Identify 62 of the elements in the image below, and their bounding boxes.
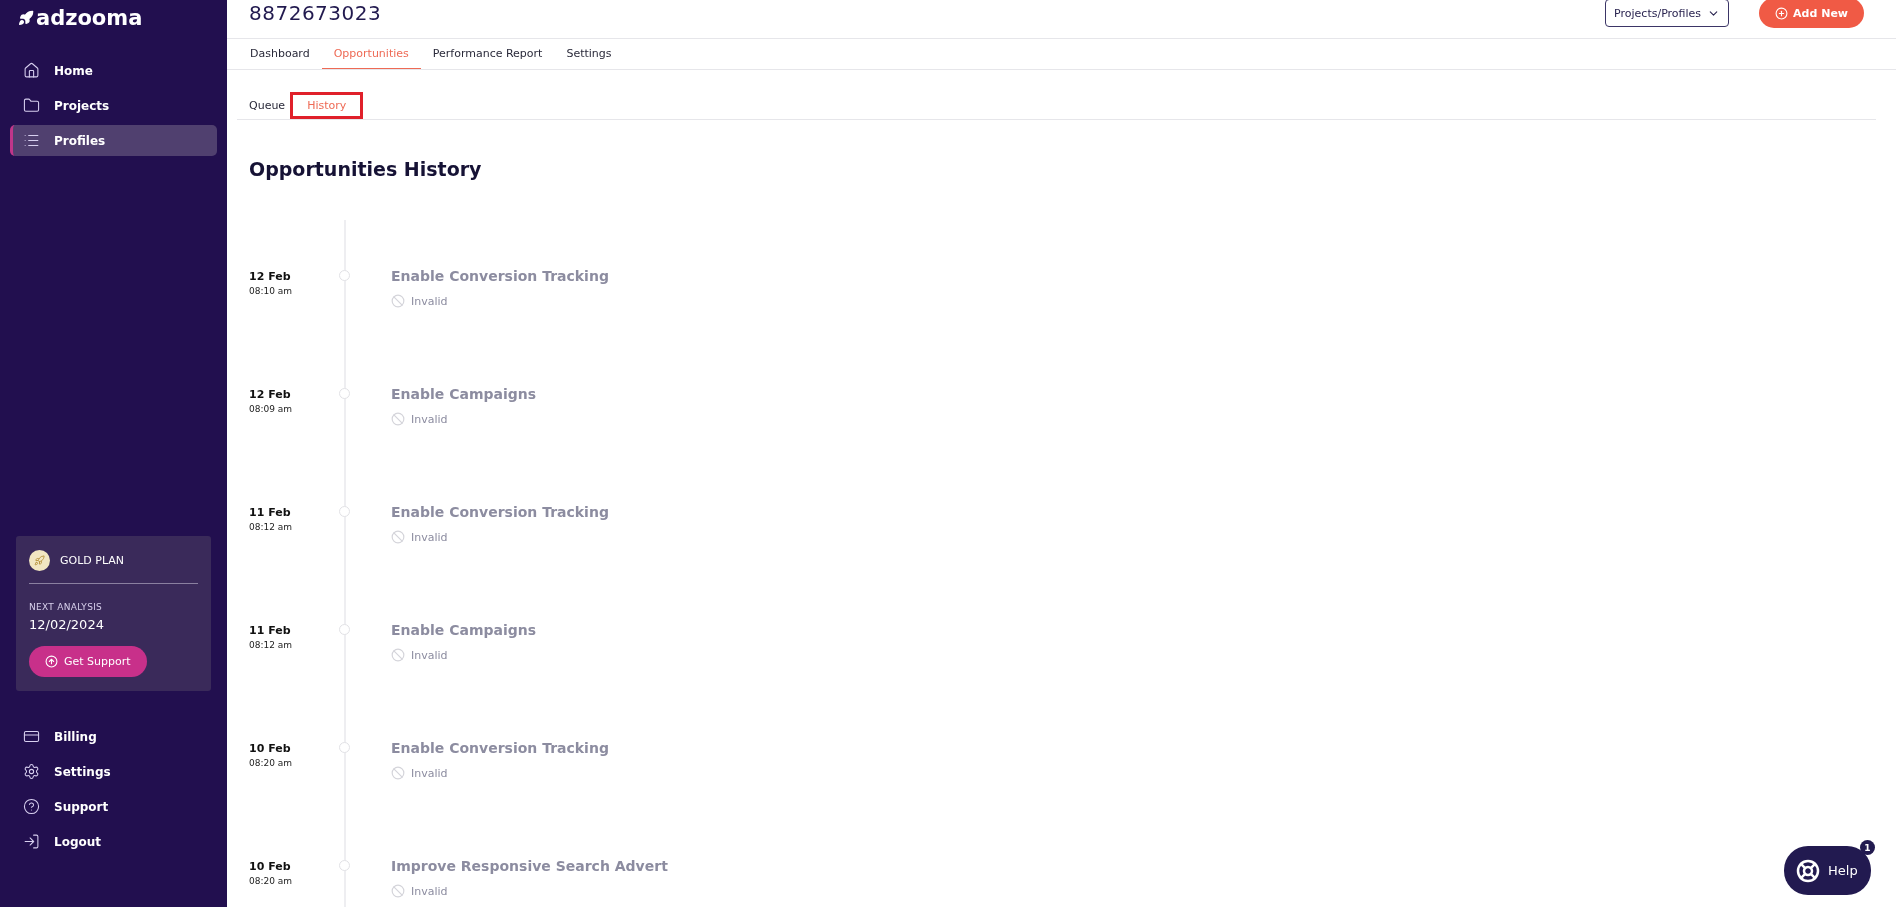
plan-name: GOLD PLAN — [60, 554, 125, 567]
card-icon — [23, 728, 40, 745]
tab[interactable]: Dashboard — [238, 39, 322, 69]
history-date: 11 Feb — [249, 506, 292, 519]
lifebuoy-icon — [1796, 858, 1820, 883]
opportunity-title: Enable Campaigns — [391, 386, 537, 402]
help-icon — [23, 798, 40, 815]
history-time: 08:12 am — [249, 640, 294, 650]
nav-item[interactable]: Support — [10, 791, 217, 822]
history-time: 08:09 am — [249, 404, 294, 414]
history-date: 12 Feb — [249, 388, 292, 401]
plus-icon — [1775, 6, 1789, 20]
home-icon — [23, 62, 40, 79]
next-analysis-label: NEXT ANALYSIS — [29, 602, 104, 612]
blocked-icon — [391, 412, 405, 426]
status-text: Invalid — [411, 766, 448, 780]
history-date: 10 Feb — [249, 860, 292, 873]
status-text: Invalid — [411, 294, 448, 308]
upload-icon — [45, 655, 58, 668]
nav-item[interactable]: Home — [10, 55, 217, 86]
history-time: 08:20 am — [249, 758, 294, 768]
next-analysis-date: 12/02/2024 — [29, 617, 105, 632]
opportunity-title: Enable Conversion Tracking — [391, 740, 609, 756]
status-text: Invalid — [411, 530, 448, 544]
section-heading: Opportunities History — [249, 158, 483, 180]
rocket-icon — [18, 10, 34, 26]
logo-text: adzooma — [36, 6, 143, 30]
rocket-icon — [29, 550, 50, 571]
settings-icon — [23, 763, 40, 780]
opportunity-title: Enable Campaigns — [391, 622, 537, 638]
get-support-button[interactable]: Get Support — [29, 646, 147, 677]
status-text: Invalid — [411, 412, 448, 426]
history-date: 10 Feb — [249, 742, 292, 755]
projects-dropdown[interactable]: Projects/Profiles — [1605, 0, 1730, 27]
opportunity-title: Improve Responsive Search Advert — [391, 858, 668, 874]
history-time: 08:20 am — [249, 876, 294, 886]
nav-item[interactable]: Projects — [10, 90, 217, 121]
blocked-icon — [391, 648, 405, 662]
history-date: 11 Feb — [249, 624, 292, 637]
nav-item[interactable]: Logout — [10, 826, 217, 857]
history-date: 12 Feb — [249, 270, 292, 283]
blocked-icon — [391, 294, 405, 308]
status-text: Invalid — [411, 884, 448, 898]
tab[interactable]: Performance Report — [420, 39, 555, 69]
folder-icon — [23, 97, 40, 114]
logout-icon — [23, 833, 40, 850]
history-time: 08:12 am — [249, 522, 294, 532]
nav-item[interactable]: Settings — [10, 756, 217, 787]
page-title: 8872673023 — [249, 1, 383, 25]
nav-item[interactable]: Profiles — [10, 125, 217, 156]
blocked-icon — [391, 530, 405, 544]
notification-badge: 1 — [1860, 840, 1875, 855]
tab[interactable]: Queue — [237, 92, 291, 119]
list-icon — [23, 132, 40, 149]
history-time: 08:10 am — [249, 286, 294, 296]
nav-item[interactable]: Billing — [10, 721, 217, 752]
opportunity-title: Enable Conversion Tracking — [391, 268, 609, 284]
opportunity-title: Enable Conversion Tracking — [391, 504, 609, 520]
tab[interactable]: Settings — [554, 39, 624, 69]
status-text: Invalid — [411, 648, 448, 662]
blocked-icon — [391, 884, 405, 898]
blocked-icon — [391, 766, 405, 780]
